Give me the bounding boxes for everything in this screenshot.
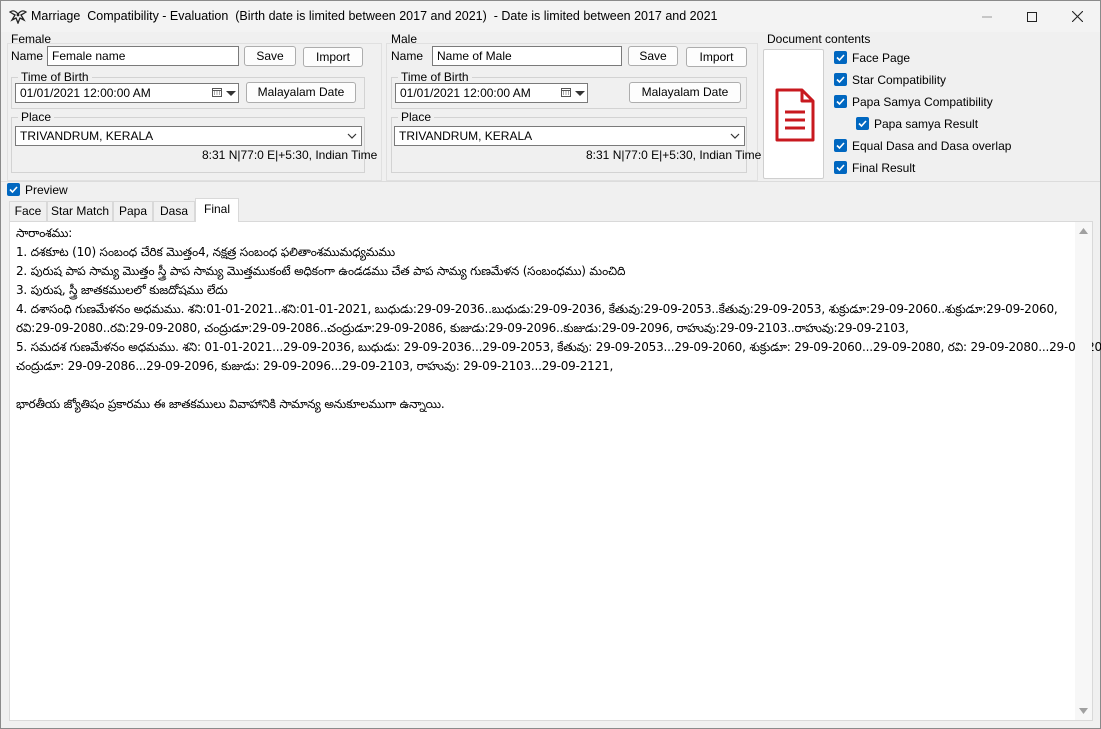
checkmark-icon [836, 76, 845, 84]
window-title: Marriage Compatibility - Evaluation (Bir… [31, 9, 718, 23]
male-name-label: Name [391, 49, 424, 63]
female-name-input[interactable]: Female name [47, 46, 239, 66]
male-save-button[interactable]: Save [628, 46, 678, 66]
calendar-icon [212, 88, 222, 97]
female-place-combo[interactable]: TRIVANDRUM, KERALA [15, 126, 362, 146]
final-result-checkbox[interactable] [834, 161, 847, 174]
female-section-label: Female [11, 32, 52, 46]
chevron-down-icon [730, 133, 740, 139]
female-malayalam-date-button[interactable]: Malayalam Date [246, 82, 356, 103]
tab-final[interactable]: Final [195, 198, 239, 222]
app-window: Marriage Compatibility - Evaluation (Bir… [0, 0, 1101, 729]
male-place-value: TRIVANDRUM, KERALA [399, 129, 533, 143]
content-line: 2. పురుష పాప సామ్య మొత్తం స్త్రీ పాప సామ… [16, 264, 626, 278]
checkmark-icon [836, 164, 845, 172]
female-import-button[interactable]: Import [303, 47, 363, 67]
content-line: 5. సమదశ గుణమేళనం అధమము. శని: 01-01-2021.… [16, 340, 1101, 354]
close-button[interactable] [1054, 1, 1100, 32]
checkmark-icon [9, 186, 18, 194]
tab-face[interactable]: Face [9, 201, 47, 221]
female-time-group-label: Time of Birth [18, 70, 92, 84]
male-time-group-label: Time of Birth [398, 70, 472, 84]
content-line: సారాంశము: [16, 226, 73, 240]
tab-dasa[interactable]: Dasa [153, 201, 195, 221]
final-result-label: Final Result [852, 161, 916, 175]
papa-samya-compatibility-checkbox[interactable] [834, 95, 847, 108]
star-compatibility-label: Star Compatibility [852, 73, 947, 87]
female-save-button[interactable]: Save [244, 46, 296, 66]
close-icon [1071, 11, 1083, 22]
male-datetime-value: 01/01/2021 12:00:00 AM [400, 86, 531, 100]
chevron-down-icon [575, 91, 585, 96]
final-result-text-area[interactable]: సారాంశము: 1. దశకూట (10) సంబంధ చేరిక మొత్… [9, 221, 1101, 721]
preview-label: Preview [25, 183, 68, 197]
document-icon [775, 88, 815, 142]
equal-dasa-label: Equal Dasa and Dasa overlap [852, 139, 1012, 153]
calendar-icon [561, 88, 571, 97]
content-line: 4. దశాసంధి గుణమేళనం అధమము. శని:01-01-202… [16, 302, 1058, 316]
content-line: 3. పురుష, స్త్రీ జాతకములలో కుజదోషము లేదు [16, 283, 228, 297]
content-line: 1. దశకూట (10) సంబంధ చేరిక మొత్తం4, నక్షత… [16, 245, 395, 259]
female-coordinates: 8:31 N|77:0 E|+5:30, Indian Time [202, 148, 378, 162]
content-line: భారతీయ జ్యోతిషం ప్రకారము ఈ జాతకములు వివా… [16, 397, 445, 411]
male-import-button[interactable]: Import [686, 47, 747, 67]
male-malayalam-date-button[interactable]: Malayalam Date [629, 82, 741, 103]
female-datetime-value: 01/01/2021 12:00:00 AM [20, 86, 151, 100]
document-preview-button[interactable] [763, 49, 824, 179]
face-page-checkbox[interactable] [834, 51, 847, 64]
checkmark-icon [836, 98, 845, 106]
app-logo-icon [8, 8, 28, 25]
male-coordinates: 8:31 N|77:0 E|+5:30, Indian Time [586, 148, 762, 162]
divider [1, 181, 1100, 182]
face-page-label: Face Page [852, 51, 911, 65]
male-name-input[interactable]: Name of Male [432, 46, 622, 66]
vertical-scrollbar[interactable] [1075, 222, 1092, 720]
checkmark-icon [836, 54, 845, 62]
female-name-label: Name [11, 49, 44, 63]
chevron-down-icon [347, 133, 357, 139]
minimize-icon [982, 16, 992, 17]
scroll-down-icon [1079, 708, 1088, 714]
title-bar: Marriage Compatibility - Evaluation (Bir… [1, 1, 1100, 32]
male-place-combo[interactable]: TRIVANDRUM, KERALA [394, 126, 745, 146]
content-line: చంద్రుడూ: 29-09-2086...29-09-2096, కుజుడ… [16, 359, 614, 373]
maximize-button[interactable] [1009, 1, 1055, 32]
tab-papa[interactable]: Papa [113, 201, 153, 221]
female-datetime-picker[interactable]: 01/01/2021 12:00:00 AM [15, 83, 239, 103]
papa-samya-compatibility-label: Papa Samya Compatibility [852, 95, 993, 109]
male-datetime-picker[interactable]: 01/01/2021 12:00:00 AM [395, 83, 588, 103]
papa-samya-result-checkbox[interactable] [856, 117, 869, 130]
minimize-button[interactable] [964, 1, 1010, 32]
checkmark-icon [836, 142, 845, 150]
content-line: రవి:29-09-2080..రవి:29-09-2080, చంద్రుడూ… [16, 321, 909, 335]
papa-samya-result-label: Papa samya Result [874, 117, 979, 131]
preview-checkbox[interactable] [7, 183, 20, 196]
male-place-group-label: Place [398, 110, 435, 124]
female-place-value: TRIVANDRUM, KERALA [20, 129, 154, 143]
male-section-label: Male [391, 32, 418, 46]
scroll-up-icon [1079, 228, 1088, 234]
female-place-group-label: Place [18, 110, 55, 124]
tab-star-match[interactable]: Star Match [47, 201, 113, 221]
chevron-down-icon [226, 91, 236, 96]
document-contents-label: Document contents [767, 32, 871, 46]
maximize-icon [1027, 11, 1037, 22]
equal-dasa-checkbox[interactable] [834, 139, 847, 152]
checkmark-icon [858, 120, 867, 128]
star-compatibility-checkbox[interactable] [834, 73, 847, 86]
